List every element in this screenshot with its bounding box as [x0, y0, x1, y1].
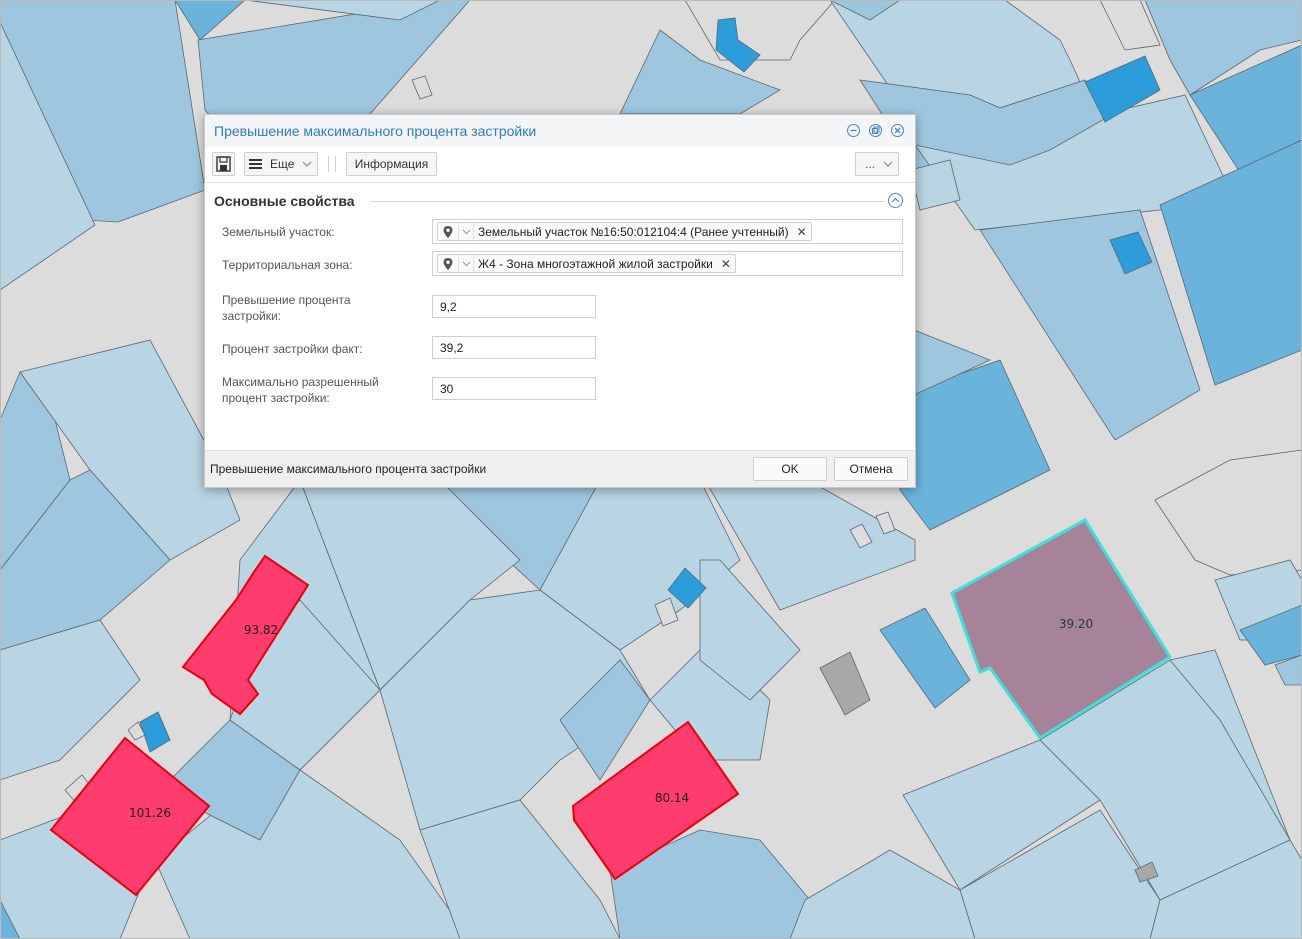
chevron-down-icon: [462, 229, 470, 235]
territorial-zone-label: Территориальная зона:: [222, 258, 353, 272]
section-title: Основные свойства: [214, 193, 355, 209]
land-plot-chip[interactable]: Земельный участок №16:50:012104:4 (Ранее…: [437, 222, 812, 241]
restore-button[interactable]: [869, 124, 882, 137]
remove-icon[interactable]: ✕: [721, 257, 731, 271]
section-divider: [370, 201, 885, 202]
parcel-label: 93.82: [244, 623, 278, 637]
close-button[interactable]: [891, 124, 904, 137]
remove-icon[interactable]: ✕: [797, 225, 807, 239]
minimize-icon: [850, 129, 857, 132]
territorial-zone-value: Ж4 - Зона многоэтажной жилой застройки: [478, 256, 713, 271]
dialog-footer: Превышение максимального процента застро…: [205, 450, 915, 487]
parcel-label: 101.26: [129, 806, 171, 820]
save-icon: [216, 156, 231, 172]
max-percent-label-line2: процент застройки:: [222, 391, 330, 405]
chevron-down-icon: [462, 261, 470, 267]
parcel-label: 80.14: [655, 791, 689, 805]
chevron-down-icon: [302, 161, 312, 167]
restore-icon: [872, 126, 880, 134]
excess-percent-label: Превышение процента застройки:: [222, 292, 351, 324]
chevron-down-icon: [883, 161, 893, 167]
more-menu-button[interactable]: Еще: [244, 152, 318, 176]
land-plot-field[interactable]: Земельный участок №16:50:012104:4 (Ранее…: [432, 219, 903, 244]
info-button[interactable]: Информация: [346, 152, 437, 176]
collapse-section-button[interactable]: [888, 193, 903, 208]
map-pin-icon[interactable]: [438, 255, 458, 272]
toolbar-divider: [328, 156, 329, 172]
save-button[interactable]: [212, 152, 235, 176]
overflow-menu-button[interactable]: ...: [855, 152, 899, 176]
toolbar-divider: [335, 156, 336, 172]
territorial-zone-field[interactable]: Ж4 - Зона многоэтажной жилой застройки ✕: [432, 251, 903, 276]
minimize-button[interactable]: [847, 124, 860, 137]
more-menu-label: Еще: [270, 157, 295, 171]
chip-dropdown-button[interactable]: [458, 223, 474, 240]
close-icon: [894, 127, 901, 134]
menu-icon: [249, 159, 262, 169]
cancel-button[interactable]: Отмена: [834, 457, 908, 481]
dialog-title: Превышение максимального процента застро…: [214, 123, 537, 139]
land-plot-label: Земельный участок:: [222, 225, 335, 239]
excess-percent-label-line2: застройки:: [222, 309, 282, 323]
chevron-up-icon: [891, 197, 900, 203]
dialog-toolbar: Еще Информация ...: [205, 148, 915, 183]
footer-status-text: Превышение максимального процента застро…: [210, 462, 487, 476]
overflow-menu-label: ...: [865, 157, 876, 171]
map-pin-icon[interactable]: [438, 223, 458, 240]
max-percent-label: Максимально разрешенный процент застройк…: [222, 374, 379, 406]
dialog-titlebar[interactable]: Превышение максимального процента застро…: [205, 115, 915, 147]
territorial-zone-chip[interactable]: Ж4 - Зона многоэтажной жилой застройки ✕: [437, 254, 736, 273]
max-percent-input[interactable]: 30: [432, 377, 596, 400]
excess-percent-label-line1: Превышение процента: [222, 293, 351, 307]
actual-percent-label: Процент застройки факт:: [222, 342, 363, 356]
excess-percent-input[interactable]: 9,2: [432, 295, 596, 318]
chip-dropdown-button[interactable]: [458, 255, 474, 272]
ok-button[interactable]: OK: [753, 457, 827, 481]
land-plot-value: Земельный участок №16:50:012104:4 (Ранее…: [478, 224, 789, 239]
parcel-label: 39.20: [1059, 617, 1093, 631]
max-percent-label-line1: Максимально разрешенный: [222, 375, 379, 389]
excess-building-percent-dialog: Превышение максимального процента застро…: [204, 114, 916, 488]
actual-percent-input[interactable]: 39,2: [432, 336, 596, 359]
